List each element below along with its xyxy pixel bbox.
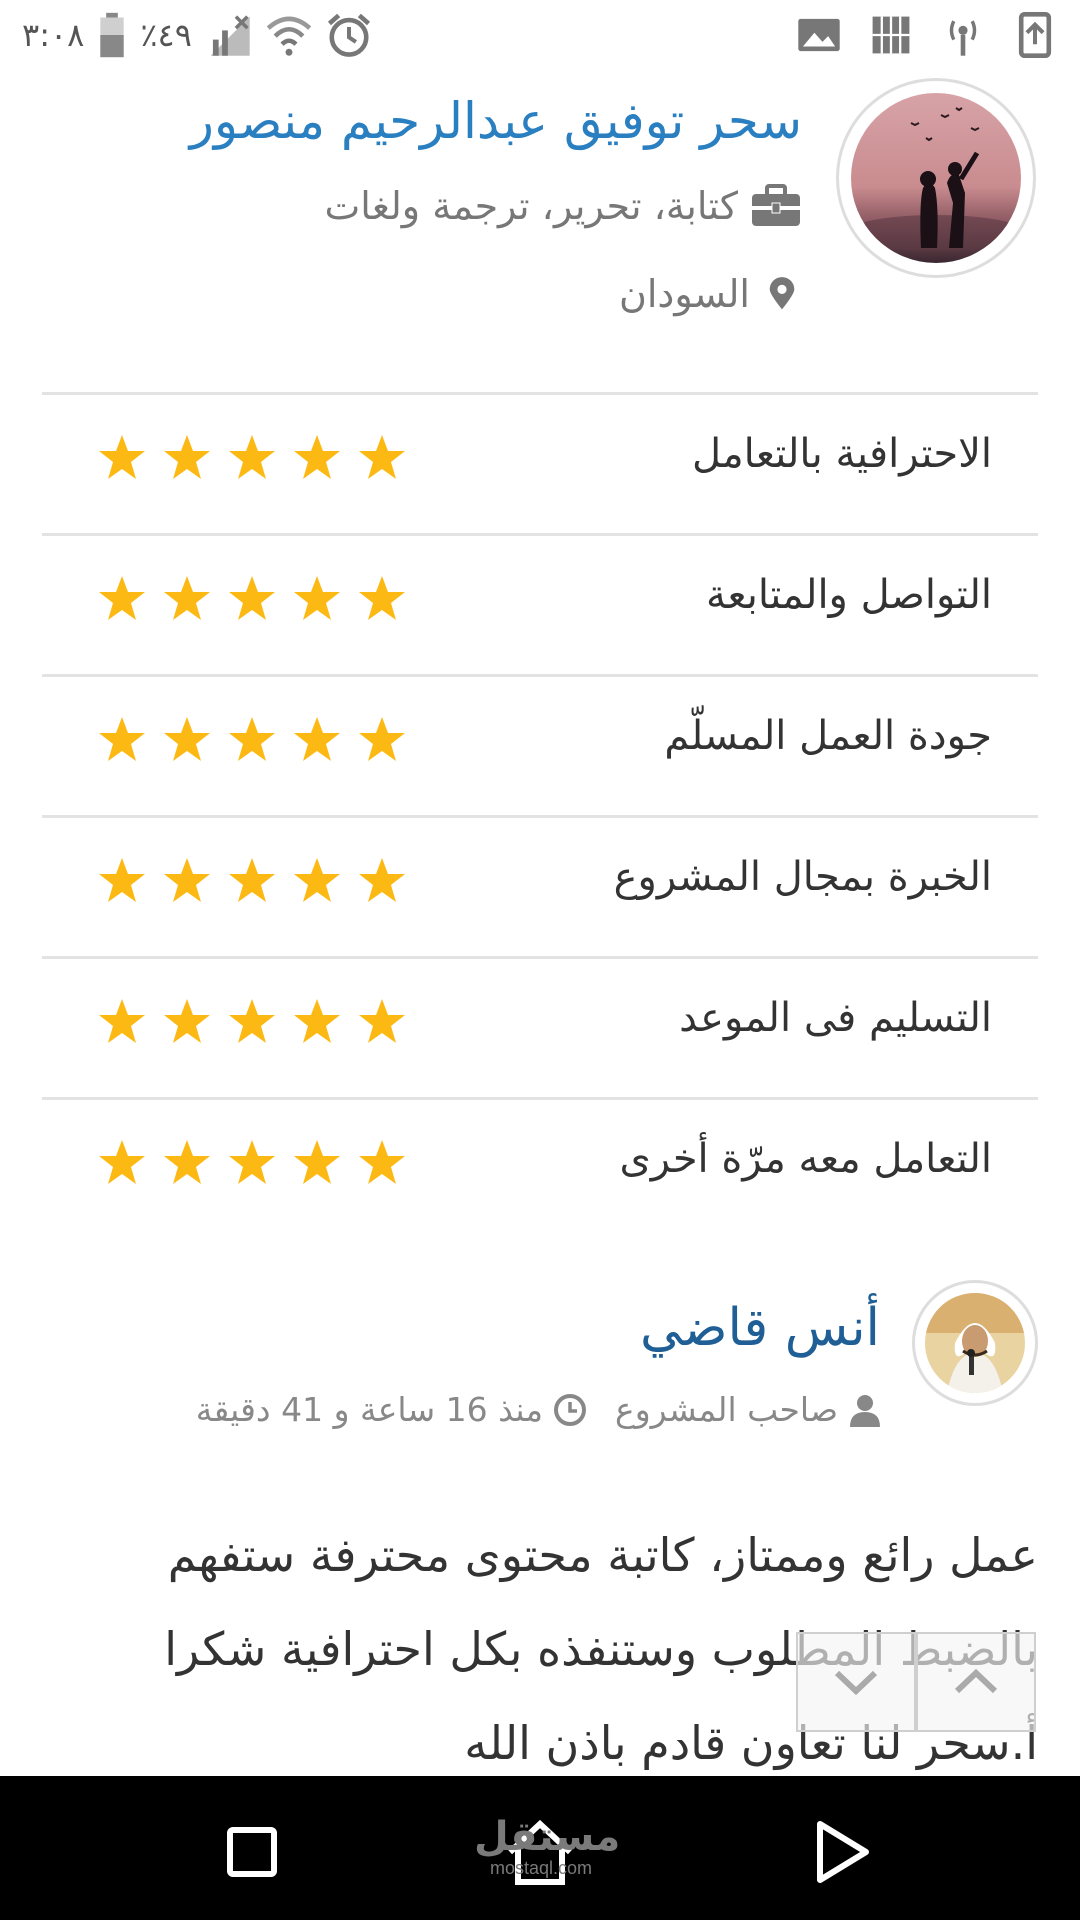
rating-row: التعامل معه مرّة أخرى	[42, 1097, 1038, 1238]
star-icon	[359, 576, 405, 620]
rating-row: التسليم فى الموعد	[42, 956, 1038, 1097]
star-icon	[294, 1140, 340, 1184]
chevron-up-icon	[954, 1668, 998, 1694]
star-rating	[97, 715, 407, 765]
rating-label: الاحترافية بالتعامل	[691, 431, 992, 477]
star-icon	[164, 435, 210, 479]
freelancer-header: سحر توفيق عبدالرحيم منصور كتابة، تحرير، …	[0, 72, 1080, 372]
no-signal-icon	[210, 15, 250, 56]
star-rating	[97, 997, 407, 1047]
back-button[interactable]	[800, 1812, 880, 1892]
rating-label: التواصل والمتابعة	[706, 572, 992, 618]
ratings-table: الاحترافية بالتعامل التواصل والمتابعة جودة…	[42, 392, 1038, 1238]
star-icon	[164, 576, 210, 620]
battery-level: ٪٤٩	[140, 16, 192, 54]
status-bar: ٣:٠٨ ٪٤٩	[0, 0, 1080, 72]
freelancer-name[interactable]: سحر توفيق عبدالرحيم منصور	[190, 92, 802, 150]
star-icon	[294, 576, 340, 620]
star-icon	[164, 999, 210, 1043]
star-icon	[229, 1140, 275, 1184]
rating-row: الاحترافية بالتعامل	[42, 392, 1038, 533]
gallery-icon	[798, 18, 840, 52]
star-icon	[359, 999, 405, 1043]
review-meta: صاحب المشروع منذ 16 ساعة و 41 دقيقة	[196, 1390, 882, 1429]
battery-icon	[100, 12, 125, 58]
time-text: منذ 16 ساعة و 41 دقيقة	[195, 1390, 544, 1429]
star-icon	[99, 435, 145, 479]
star-icon	[99, 858, 145, 902]
star-rating	[97, 574, 407, 624]
star-rating	[97, 856, 407, 906]
star-icon	[359, 1140, 405, 1184]
upload-icon	[1018, 12, 1052, 58]
rating-label: الخبرة بمجال المشروع	[613, 854, 992, 900]
rating-label: التعامل معه مرّة أخرى	[619, 1136, 992, 1182]
freelancer-skills: كتابة، تحرير، ترجمة ولغات	[325, 184, 802, 228]
star-icon	[164, 858, 210, 902]
star-icon	[229, 858, 275, 902]
star-icon	[229, 999, 275, 1043]
status-time: ٣:٠٨	[22, 16, 85, 54]
reviewer-photo	[925, 1293, 1025, 1393]
recents-button[interactable]	[212, 1812, 292, 1892]
star-icon	[294, 435, 340, 479]
watermark-latin: mostaql.com	[489, 1858, 593, 1878]
star-icon	[359, 435, 405, 479]
reviewer-avatar[interactable]	[912, 1280, 1038, 1406]
star-icon	[99, 999, 145, 1043]
status-right	[796, 10, 1058, 60]
star-rating	[97, 433, 407, 483]
star-icon	[99, 1140, 145, 1184]
reviewer-role: صاحب المشروع	[615, 1390, 882, 1429]
star-icon	[164, 717, 210, 761]
sim-icon	[872, 16, 910, 54]
star-icon	[229, 435, 275, 479]
freelancer-avatar[interactable]	[836, 78, 1036, 278]
rating-label: التسليم فى الموعد	[679, 995, 992, 1041]
freelancer-location: السودان	[619, 272, 802, 316]
role-text: صاحب المشروع	[615, 1390, 838, 1429]
star-icon	[229, 576, 275, 620]
star-icon	[164, 1140, 210, 1184]
rating-row: جودة العمل المسلّم	[42, 674, 1038, 815]
star-icon	[294, 717, 340, 761]
star-icon	[359, 858, 405, 902]
status-left: ٣:٠٨ ٪٤٩	[22, 10, 372, 60]
location-pin-icon	[769, 277, 795, 310]
star-icon	[229, 717, 275, 761]
star-icon	[99, 576, 145, 620]
reviewer-name[interactable]: أنس قاضي	[640, 1298, 880, 1358]
mostaql-watermark: مستقل mostaql.com	[474, 1814, 621, 1878]
watermark-arabic: مستقل	[474, 1814, 621, 1860]
rating-row: الخبرة بمجال المشروع	[42, 815, 1038, 956]
hotspot-icon	[949, 20, 977, 56]
scroll-controls	[796, 1632, 1036, 1732]
user-icon	[850, 1394, 880, 1427]
star-icon	[99, 717, 145, 761]
briefcase-icon	[752, 184, 800, 226]
rating-row: التواصل والمتابعة	[42, 533, 1038, 674]
wifi-icon	[266, 16, 312, 56]
chevron-down-icon	[834, 1670, 878, 1696]
location-text: السودان	[618, 272, 750, 316]
skills-text: كتابة، تحرير، ترجمة ولغات	[324, 184, 738, 228]
star-icon	[294, 999, 340, 1043]
scroll-down-button[interactable]	[796, 1632, 916, 1732]
star-rating	[97, 1138, 407, 1188]
review-time: منذ 16 ساعة و 41 دقيقة	[196, 1390, 587, 1429]
avatar-photo	[851, 93, 1021, 263]
clock-icon	[554, 1393, 587, 1426]
scroll-up-button[interactable]	[916, 1632, 1036, 1732]
alarm-icon	[327, 13, 370, 57]
android-nav-bar: مستقل mostaql.com	[0, 1776, 1080, 1920]
rating-label: جودة العمل المسلّم	[664, 713, 992, 759]
star-icon	[294, 858, 340, 902]
star-icon	[359, 717, 405, 761]
